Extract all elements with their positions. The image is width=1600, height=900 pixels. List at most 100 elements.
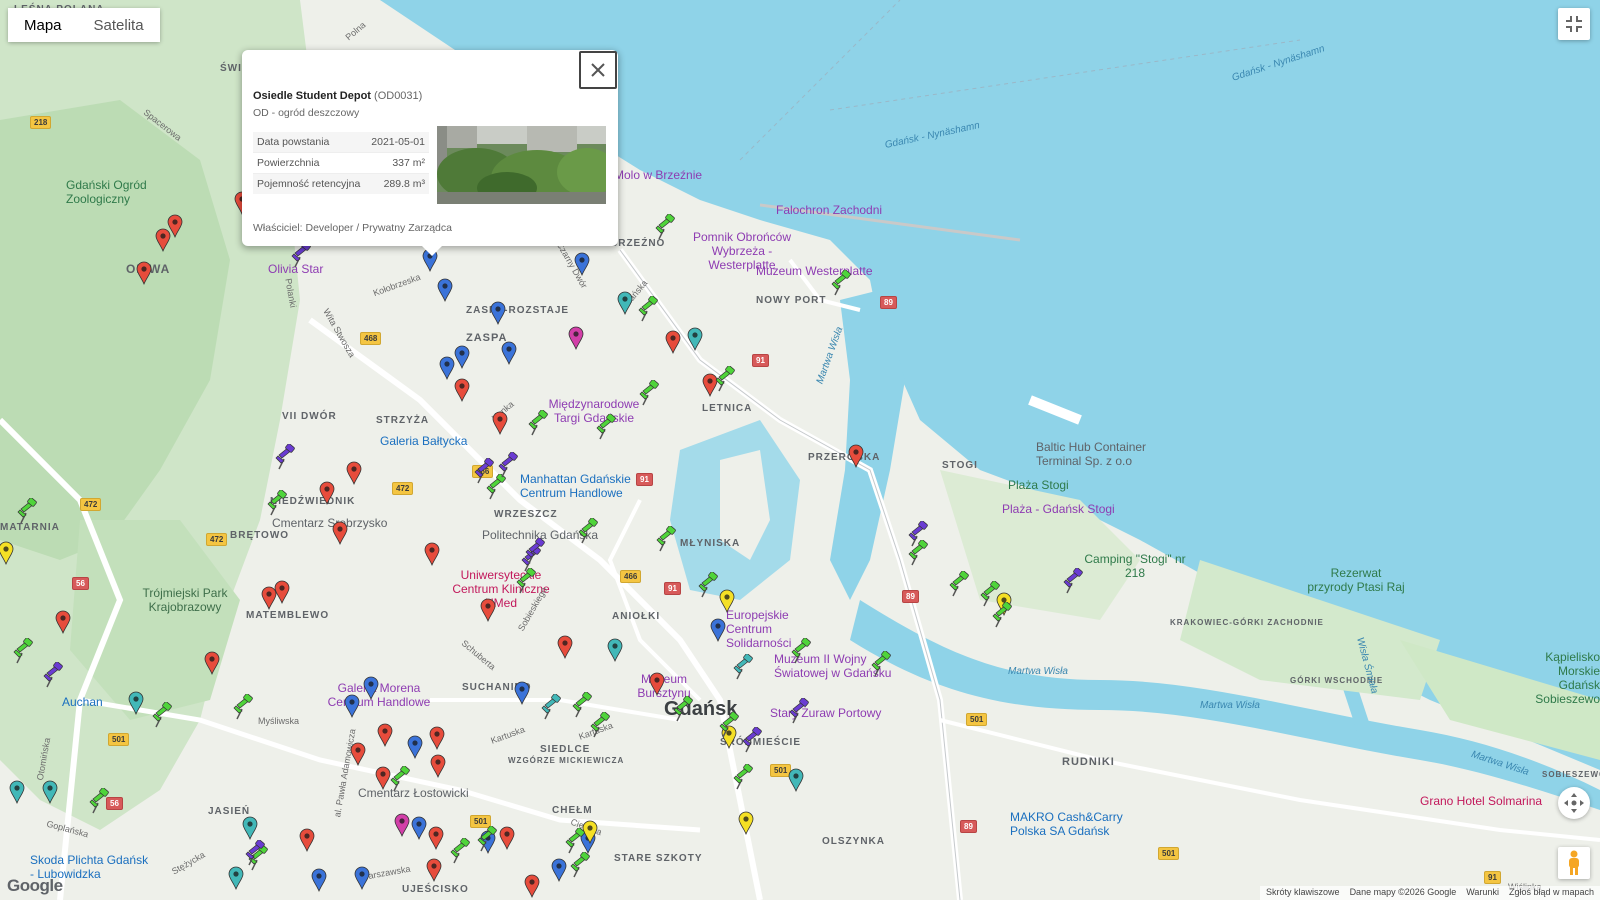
map-pushpin-marker[interactable] xyxy=(830,270,852,296)
map-pin-marker[interactable] xyxy=(439,356,455,380)
map-pin-marker[interactable] xyxy=(274,580,290,604)
map-pin-marker[interactable] xyxy=(480,598,496,622)
map-canvas[interactable]: LEŚNA POLANA ŚWI OLIWA ZASPA-ROZSTAJE ZA… xyxy=(0,0,1600,900)
map-pushpin-marker[interactable] xyxy=(88,788,110,814)
map-pushpin-marker[interactable] xyxy=(718,712,740,738)
map-pin-marker[interactable] xyxy=(437,278,453,302)
map-pin-marker[interactable] xyxy=(377,723,393,747)
map-pin-marker[interactable] xyxy=(242,816,258,840)
map-pin-marker[interactable] xyxy=(407,735,423,759)
fullscreen-button[interactable] xyxy=(1558,8,1590,40)
map-pin-marker[interactable] xyxy=(490,301,506,325)
map-pushpin-marker[interactable] xyxy=(697,572,719,598)
map-pushpin-marker[interactable] xyxy=(948,571,970,597)
camera-control-button[interactable] xyxy=(1558,787,1590,819)
map-pin-marker[interactable] xyxy=(848,444,864,468)
map-pushpin-marker[interactable] xyxy=(655,526,677,552)
map-pin-marker[interactable] xyxy=(568,326,584,350)
map-pushpin-marker[interactable] xyxy=(714,366,736,392)
map-pin-marker[interactable] xyxy=(617,291,633,315)
map-pin-marker[interactable] xyxy=(394,813,410,837)
map-pushpin-marker[interactable] xyxy=(12,638,34,664)
map-pin-marker[interactable] xyxy=(344,694,360,718)
map-pin-marker[interactable] xyxy=(424,542,440,566)
map-pin-marker[interactable] xyxy=(136,261,152,285)
map-pushpin-marker[interactable] xyxy=(870,651,892,677)
map-pin-marker[interactable] xyxy=(346,461,362,485)
map-pushpin-marker[interactable] xyxy=(991,602,1013,628)
map-pushpin-marker[interactable] xyxy=(527,410,549,436)
map-pin-marker[interactable] xyxy=(501,341,517,365)
map-pushpin-marker[interactable] xyxy=(540,694,562,720)
map-pushpin-marker[interactable] xyxy=(524,538,546,564)
map-pin-marker[interactable] xyxy=(319,481,335,505)
map-pushpin-marker[interactable] xyxy=(473,458,495,484)
map-pin-marker[interactable] xyxy=(492,411,508,435)
map-pin-marker[interactable] xyxy=(551,858,567,882)
map-pin-marker[interactable] xyxy=(354,866,370,890)
map-pushpin-marker[interactable] xyxy=(389,766,411,792)
map-pushpin-marker[interactable] xyxy=(42,662,64,688)
map-pushpin-marker[interactable] xyxy=(1062,568,1084,594)
map-pin-marker[interactable] xyxy=(363,676,379,700)
map-pin-marker[interactable] xyxy=(649,672,665,696)
map-pin-marker[interactable] xyxy=(574,252,590,276)
map-pushpin-marker[interactable] xyxy=(589,712,611,738)
map-pin-marker[interactable] xyxy=(42,780,58,804)
map-pushpin-marker[interactable] xyxy=(449,838,471,864)
map-pushpin-marker[interactable] xyxy=(476,826,498,852)
info-window-close-button[interactable] xyxy=(579,51,617,89)
map-pin-marker[interactable] xyxy=(350,742,366,766)
map-pushpin-marker[interactable] xyxy=(274,444,296,470)
map-pushpin-marker[interactable] xyxy=(907,521,929,547)
map-pin-marker[interactable] xyxy=(719,589,735,613)
map-pin-marker[interactable] xyxy=(311,868,327,892)
map-pushpin-marker[interactable] xyxy=(232,694,254,720)
map-pin-marker[interactable] xyxy=(128,691,144,715)
map-pushpin-marker[interactable] xyxy=(595,414,617,440)
map-pushpin-marker[interactable] xyxy=(497,452,519,478)
map-pushpin-marker[interactable] xyxy=(638,380,660,406)
facility-photo[interactable] xyxy=(437,126,606,204)
map-pushpin-marker[interactable] xyxy=(732,764,754,790)
map-pushpin-marker[interactable] xyxy=(244,840,266,866)
map-pin-marker[interactable] xyxy=(0,541,14,565)
map-pin-marker[interactable] xyxy=(687,327,703,351)
map-pin-marker[interactable] xyxy=(228,866,244,890)
map-pushpin-marker[interactable] xyxy=(637,296,659,322)
map-pin-marker[interactable] xyxy=(454,345,470,369)
map-pin-marker[interactable] xyxy=(155,228,171,252)
report-error-link[interactable]: Zgłoś błąd w mapach xyxy=(1509,887,1594,899)
map-pin-marker[interactable] xyxy=(332,521,348,545)
map-pin-marker[interactable] xyxy=(788,768,804,792)
map-pushpin-marker[interactable] xyxy=(151,702,173,728)
street-view-pegman-button[interactable] xyxy=(1558,847,1590,879)
map-pin-marker[interactable] xyxy=(665,330,681,354)
map-pushpin-marker[interactable] xyxy=(788,698,810,724)
map-pushpin-marker[interactable] xyxy=(790,638,812,664)
map-pin-marker[interactable] xyxy=(204,651,220,675)
map-pin-marker[interactable] xyxy=(428,826,444,850)
map-pin-marker[interactable] xyxy=(524,874,540,898)
map-pin-marker[interactable] xyxy=(429,726,445,750)
map-pushpin-marker[interactable] xyxy=(266,490,288,516)
map-pin-marker[interactable] xyxy=(710,618,726,642)
map-pin-marker[interactable] xyxy=(607,638,623,662)
map-pushpin-marker[interactable] xyxy=(16,498,38,524)
map-pin-marker[interactable] xyxy=(426,858,442,882)
map-pushpin-marker[interactable] xyxy=(741,727,763,753)
map-pin-marker[interactable] xyxy=(411,816,427,840)
terms-link[interactable]: Warunki xyxy=(1466,887,1499,899)
map-pin-marker[interactable] xyxy=(499,826,515,850)
map-pin-marker[interactable] xyxy=(514,681,530,705)
map-pushpin-marker[interactable] xyxy=(564,828,586,854)
google-logo[interactable]: Google xyxy=(7,876,63,896)
map-pin-marker[interactable] xyxy=(55,610,71,634)
map-pushpin-marker[interactable] xyxy=(577,518,599,544)
map-pin-marker[interactable] xyxy=(430,754,446,778)
map-pushpin-marker[interactable] xyxy=(569,852,591,878)
map-pin-marker[interactable] xyxy=(9,780,25,804)
map-pushpin-marker[interactable] xyxy=(672,696,694,722)
map-pin-marker[interactable] xyxy=(299,828,315,852)
map-type-satellite-button[interactable]: Satelita xyxy=(77,8,160,42)
